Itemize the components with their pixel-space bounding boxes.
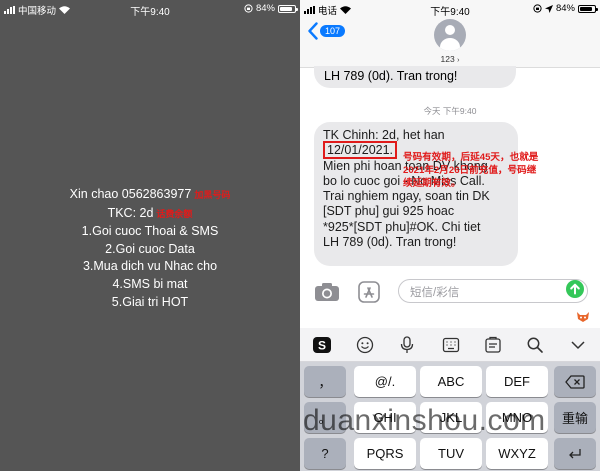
clipboard-icon[interactable]: [484, 336, 502, 354]
message-bubble: TK Chinh: 2d, het han 12/01/2021. Mien p…: [314, 122, 518, 266]
message-timestamp: 今天 下午9:40: [423, 106, 477, 116]
rotation-lock-icon: [244, 4, 253, 13]
battery-icon: [278, 4, 298, 13]
key-wxyz[interactable]: WXYZ: [486, 438, 548, 469]
key-def[interactable]: DEF: [486, 366, 548, 397]
contact-avatar[interactable]: [434, 19, 466, 51]
return-key[interactable]: [554, 438, 596, 469]
conversation-header: 电话 下午9:40 84% 107 123 ›: [300, 0, 600, 68]
keyboard-icon[interactable]: [442, 336, 460, 354]
search-icon[interactable]: [526, 336, 544, 354]
rotation-lock-icon: [533, 4, 542, 13]
send-button[interactable]: [566, 280, 584, 298]
key-ghi[interactable]: GHI: [354, 402, 416, 433]
unread-count-badge: 107: [320, 25, 346, 37]
fox-keyboard-icon: [576, 310, 590, 328]
battery-icon: [578, 4, 598, 13]
key-tuv[interactable]: TUV: [420, 438, 482, 469]
ussd-line: Xin chao 0562863977 加黑号码: [69, 187, 231, 201]
battery-percent: 84%: [255, 3, 275, 14]
ussd-menu: Xin chao 0562863977 加黑号码 TKC: 2d 话费余额 1.Go…: [0, 186, 300, 311]
sogou-logo-icon[interactable]: S: [312, 336, 332, 354]
app-store-icon[interactable]: [358, 281, 380, 303]
keyboard: S ， @/. ABC DEF 。 GHI JKL MNO 重输 ? PQRS …: [300, 328, 600, 471]
message-composer: 短信/彩信: [300, 276, 600, 306]
location-icon: [544, 4, 553, 13]
expiry-date-highlight: 12/01/2021.: [323, 141, 398, 160]
backspace-icon: [565, 374, 585, 389]
messages-screen: 电话 下午9:40 84% 107 123 › LH 789 (0d). Tra…: [300, 0, 600, 471]
ussd-line: 4.SMS bi mat: [112, 276, 188, 291]
contact-name[interactable]: 123 ›: [300, 54, 600, 64]
key-question[interactable]: ?: [304, 438, 346, 469]
annotation-note: 号码有效期，后延45天，也就是 2021年2月26日前充值，号码继 续延期有效。: [403, 152, 539, 189]
ussd-screen: 中国移动 下午9:40 84% Xin chao 0562863977 加黑号码 …: [0, 0, 300, 471]
key-comma[interactable]: ，: [304, 366, 346, 397]
arrow-up-icon: [570, 283, 580, 295]
battery-fill: [280, 6, 292, 11]
keyboard-toolbar: S: [300, 328, 600, 362]
key-abc[interactable]: ABC: [420, 366, 482, 397]
key-symbols[interactable]: @/.: [354, 366, 416, 397]
chevron-left-icon: [308, 22, 318, 40]
key-pqrs[interactable]: PQRS: [354, 438, 416, 469]
camera-icon[interactable]: [314, 282, 340, 302]
battery-percent: 84%: [555, 3, 575, 14]
status-bar: 电话 下午9:40 84%: [300, 0, 600, 18]
chevron-down-icon[interactable]: [570, 336, 586, 354]
return-icon: [569, 448, 581, 458]
delete-key[interactable]: [554, 366, 596, 397]
chevron-right-icon: ›: [457, 57, 460, 64]
message-input[interactable]: 短信/彩信: [398, 279, 588, 303]
annotation-label: 话费余额: [156, 208, 193, 219]
status-bar: 中国移动 下午9:40 84%: [0, 0, 300, 18]
battery-fill: [580, 6, 592, 11]
emoji-icon[interactable]: [356, 336, 374, 354]
retype-key[interactable]: 重输: [554, 402, 596, 433]
back-button[interactable]: 107: [308, 22, 346, 40]
ussd-line: 3.Mua dich vu Nhac cho: [82, 259, 218, 274]
svg-text:S: S: [318, 339, 326, 353]
ussd-line: 5.Giai tri HOT: [111, 294, 189, 309]
message-bubble: LH 789 (0d). Tran trong!: [314, 66, 516, 88]
ussd-line: 2.Goi cuoc Data: [105, 241, 195, 256]
annotation-label: 加黑号码: [194, 190, 231, 200]
ussd-line: TKC: 2d 话费余额: [107, 205, 193, 220]
microphone-icon[interactable]: [400, 336, 414, 354]
key-mno[interactable]: MNO: [486, 402, 548, 433]
ussd-line: 1.Goi cuoc Thoai & SMS: [81, 224, 219, 239]
key-period[interactable]: 。: [304, 402, 346, 433]
key-jkl[interactable]: JKL: [420, 402, 482, 433]
